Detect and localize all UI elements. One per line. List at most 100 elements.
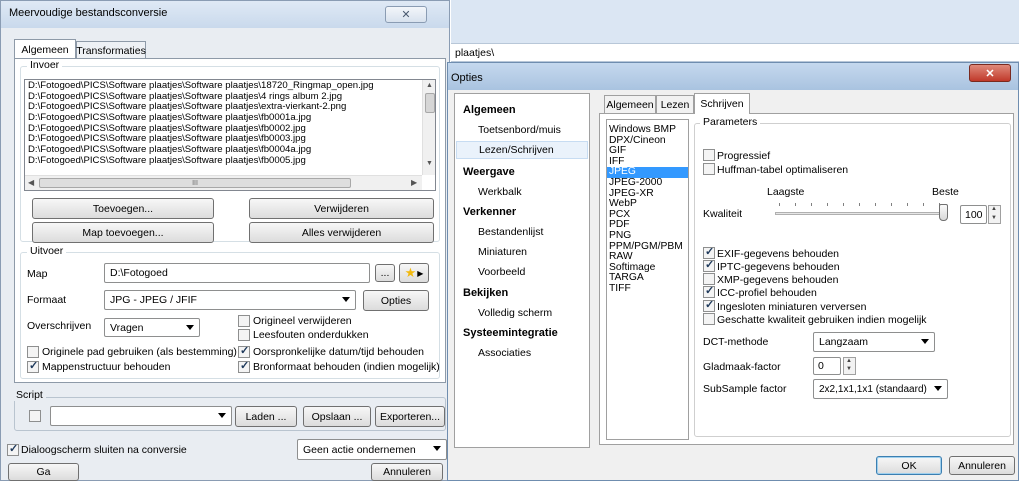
remove-files-button[interactable]: Verwijderen [249,198,434,219]
quality-spin-input[interactable]: 100 [960,205,987,224]
spin-up-icon[interactable]: ▲ [991,206,997,212]
smoothing-spin-input[interactable]: 0 [813,357,841,375]
output-folder-field[interactable]: D:\Fotogoed [104,263,370,283]
smoothing-spin-buttons[interactable]: ▲ ▼ [843,357,856,375]
dct-method-select[interactable]: Langzaam [813,332,935,352]
format-value: JPG - JPEG / JFIF [110,294,197,306]
options-titlebar: Opties ✕ [448,63,1018,90]
delete-original-checkbox[interactable] [238,315,250,327]
chevron-down-icon [921,339,929,344]
scroll-grip: III [192,179,198,187]
spin-down-icon[interactable]: ▼ [991,215,997,221]
scroll-up-icon[interactable]: ▲ [426,82,433,89]
input-file-list[interactable]: D:\Fotogoed\PICS\Software plaatjes\Softw… [24,79,436,191]
close-icon: ✕ [401,9,411,21]
script-load-button[interactable]: Laden ... [235,406,297,427]
quality-spin-buttons[interactable]: ▲ ▼ [988,205,1001,224]
batch-dialog-close-button[interactable]: ✕ [385,6,427,23]
nav-item[interactable]: Associaties [456,344,588,362]
options-tab-panel: Windows BMP DPX/Cineon GIF IFF JPEG JPEG-2000… [599,113,1014,445]
smoothing-value: 0 [818,360,824,372]
nav-section-header[interactable]: Bekijken [456,284,588,302]
add-folder-button[interactable]: Map toevoegen... [32,222,214,243]
nav-label: Miniaturen [478,246,528,258]
keep-source-format-checkbox[interactable] [238,359,250,373]
slider-thumb[interactable] [939,204,948,221]
huffman-checkbox[interactable] [703,163,715,175]
options-tab-write[interactable]: Schrijven [694,93,750,114]
format-list-item[interactable]: JPEG-2000 [607,177,688,189]
batch-tab-transformations[interactable]: Transformaties [76,41,146,59]
delete-original-label: Origineel verwijderen [253,315,352,327]
go-button[interactable]: Ga [8,463,79,481]
estimated-quality-checkbox[interactable] [703,313,715,325]
options-close-button[interactable]: ✕ [969,64,1011,82]
progressive-checkbox[interactable] [703,149,715,161]
play-arrow-icon: ▶ [417,268,424,278]
add-files-button[interactable]: Toevoegen... [32,198,214,219]
overwrite-select[interactable]: Vragen [104,318,200,337]
nav-section-header[interactable]: Algemeen [456,101,588,119]
spin-down-icon[interactable]: ▼ [846,366,852,372]
subsample-label: SubSample factor [703,383,787,395]
slider-tick [859,203,860,206]
script-export-button[interactable]: Exporteren... [375,406,445,427]
keep-folder-structure-checkbox[interactable] [27,359,39,373]
after-action-select[interactable]: Geen actie ondernemen [297,439,447,460]
scroll-left-icon[interactable]: ◀ [28,178,34,187]
format-options-button[interactable]: Opties [363,290,429,311]
hscroll-thumb[interactable]: III [39,178,351,188]
quality-slider[interactable] [775,200,953,222]
cancel-button[interactable]: Annuleren [371,463,443,481]
iptc-checkbox[interactable] [703,258,715,272]
format-list-item[interactable]: Windows BMP [607,124,688,136]
nav-item[interactable]: Voorbeeld [456,263,588,281]
nav-item[interactable]: Werkbalk [456,183,588,201]
nav-section-header[interactable]: Verkenner [456,203,588,221]
batch-tab-general[interactable]: Algemeen [14,39,76,59]
file-list-hscrollbar[interactable]: ◀ III ▶ [25,175,422,190]
file-list-item[interactable]: D:\Fotogoed\PICS\Software plaatjes\Softw… [28,155,418,167]
nav-item[interactable]: Lezen/Schrijven [456,141,588,159]
refresh-thumbnails-checkbox[interactable] [703,298,715,312]
nav-section-header[interactable]: Weergave [456,163,588,181]
file-list-vscrollbar[interactable]: ▲ ▼ [422,80,435,175]
options-ok-button[interactable]: OK [876,456,942,475]
icc-label: ICC-profiel behouden [717,287,817,299]
format-select[interactable]: JPG - JPEG / JFIF [104,290,356,310]
slider-tick [875,203,876,206]
nav-item[interactable]: Toetsenbord/muis [456,121,588,139]
options-tab-general[interactable]: Algemeen [604,95,656,113]
spin-up-icon[interactable]: ▲ [846,358,852,364]
remove-all-button[interactable]: Alles verwijderen [249,222,434,243]
format-list-item[interactable]: PNG [607,230,688,242]
favorite-folder-button[interactable]: ★ ▶ [399,263,429,283]
subsample-select[interactable]: 2x2,1x1,1x1 (standaard) [813,379,948,399]
script-save-button[interactable]: Opslaan ... [303,406,371,427]
close-after-conversion-checkbox[interactable] [7,442,19,456]
browse-folder-button[interactable]: ... [375,264,395,282]
original-path-checkbox[interactable] [27,346,39,358]
options-tab-read[interactable]: Lezen [656,95,694,113]
format-list[interactable]: Windows BMP DPX/Cineon GIF IFF JPEG JPEG-2000… [606,119,689,440]
tab-label: Transformaties [76,44,146,57]
slider-tick [811,203,812,206]
options-cancel-button[interactable]: Annuleren [949,456,1015,475]
nav-item[interactable]: Miniaturen [456,243,588,261]
chevron-down-icon [218,413,226,418]
format-list-item[interactable]: TIFF [607,283,688,295]
nav-label: Weergave [463,166,515,178]
slider-tick [891,203,892,206]
icc-checkbox[interactable] [703,284,715,298]
keep-date-checkbox[interactable] [238,344,250,358]
scroll-down-icon[interactable]: ▼ [426,160,433,167]
script-enable-checkbox[interactable] [29,410,41,422]
scroll-right-icon[interactable]: ▶ [411,178,417,187]
nav-label: Werkbalk [478,186,522,198]
nav-section-header[interactable]: Systeemintegratie [456,324,588,342]
nav-item[interactable]: Volledig scherm [456,304,588,322]
script-select[interactable] [50,406,232,426]
scroll-thumb[interactable] [425,93,435,113]
nav-item[interactable]: Bestandenlijst [456,223,588,241]
suppress-errors-checkbox[interactable] [238,329,250,341]
